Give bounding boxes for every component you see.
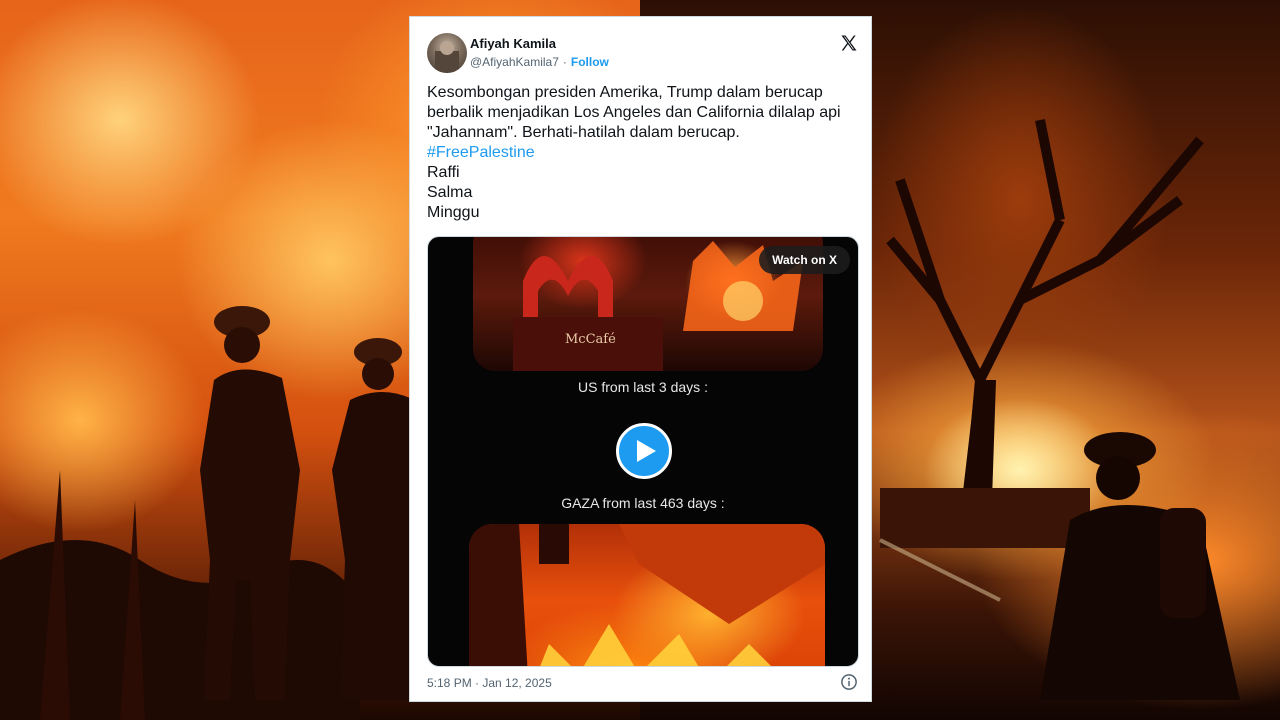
tweet-text-line: berbalik menjadikan Los Angeles dan Cali… [427,104,841,121]
play-icon [637,440,656,462]
tweet-text-line: Minggu [427,204,480,221]
tweet-text-line: "Jahannam". Berhati-hatilah dalam beruca… [427,124,740,141]
video-frame-gaza [469,524,825,666]
info-icon[interactable] [840,673,858,691]
video-caption-us: US from last 3 days : [578,379,708,395]
mccafe-sign: McCafé [565,332,616,347]
follow-link[interactable]: Follow [571,55,609,69]
author-name[interactable]: Afiyah Kamila [470,36,556,51]
video-caption-gaza: GAZA from last 463 days : [561,495,725,511]
x-logo-icon[interactable] [840,34,858,52]
avatar-image [435,41,459,73]
avatar[interactable] [427,33,467,73]
gaza-fire-illustration [469,524,825,666]
separator-dot: · [562,55,567,69]
author-handle-row: @AfiyahKamila7 · Follow [470,55,609,69]
tweet-timestamp[interactable]: 5:18 PM · Jan 12, 2025 [427,676,552,690]
tweet-text-line: Raffi [427,164,460,181]
watch-on-x-button[interactable]: Watch on X [759,246,850,274]
tweet-embed-card: Afiyah Kamila @AfiyahKamila7 · Follow Keso… [409,16,872,702]
author-handle[interactable]: @AfiyahKamila7 [470,55,559,69]
play-button[interactable] [616,423,672,479]
tweet-text: Kesombongan presiden Amerika, Trump dala… [427,83,859,223]
tweet-text-line: Salma [427,184,473,201]
video-player[interactable]: McCafé US from last 3 days : GAZA from l… [427,236,859,667]
tweet-text-line: Kesombongan presiden Amerika, Trump dala… [427,84,823,101]
hashtag-link[interactable]: #FreePalestine [427,143,859,163]
